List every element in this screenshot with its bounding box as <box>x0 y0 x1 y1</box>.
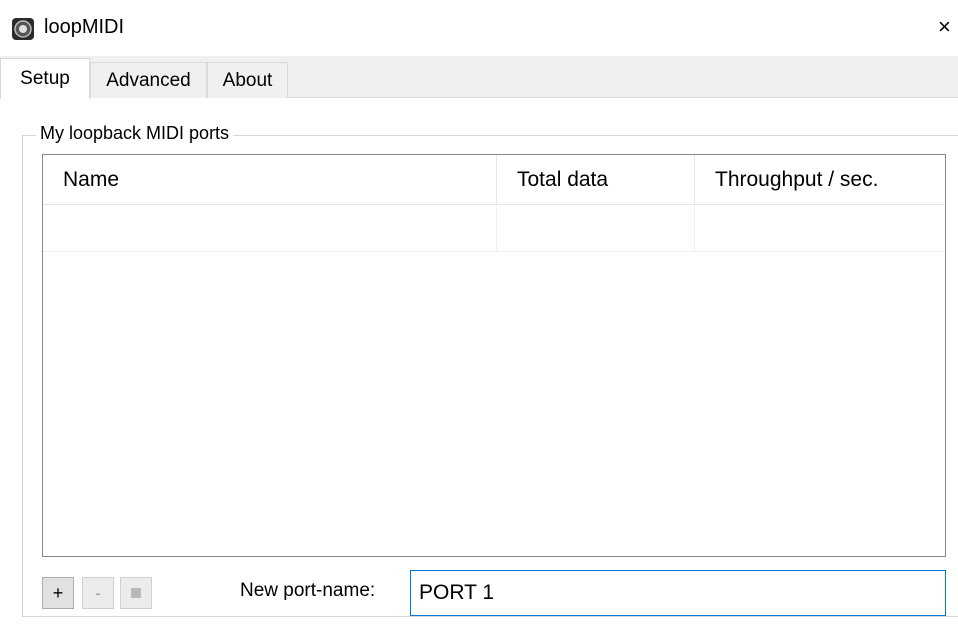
window-title: loopMIDI <box>44 16 125 38</box>
groupbox-title: My loopback MIDI ports <box>36 123 234 144</box>
list-row-empty-cell <box>695 206 945 252</box>
column-header-name[interactable]: Name <box>43 155 497 205</box>
column-header-total-data[interactable]: Total data <box>497 155 695 205</box>
list-row-empty-cell <box>43 206 497 252</box>
list-row-empty-cell <box>497 206 695 252</box>
title-bar: loopMIDI × <box>0 0 958 56</box>
new-port-name-label: New port-name: <box>240 580 376 601</box>
tab-about[interactable]: About <box>207 62 288 98</box>
add-port-button[interactable]: + <box>42 577 74 609</box>
tab-setup[interactable]: Setup <box>0 58 90 99</box>
column-header-throughput[interactable]: Throughput / sec. <box>695 155 945 205</box>
tab-advanced[interactable]: Advanced <box>90 62 207 98</box>
stop-button[interactable] <box>120 577 152 609</box>
close-button[interactable]: × <box>938 14 958 40</box>
new-port-name-input[interactable] <box>410 570 946 616</box>
app-logo-icon <box>12 18 34 40</box>
remove-port-button[interactable]: - <box>82 577 114 609</box>
stop-icon <box>131 588 141 598</box>
